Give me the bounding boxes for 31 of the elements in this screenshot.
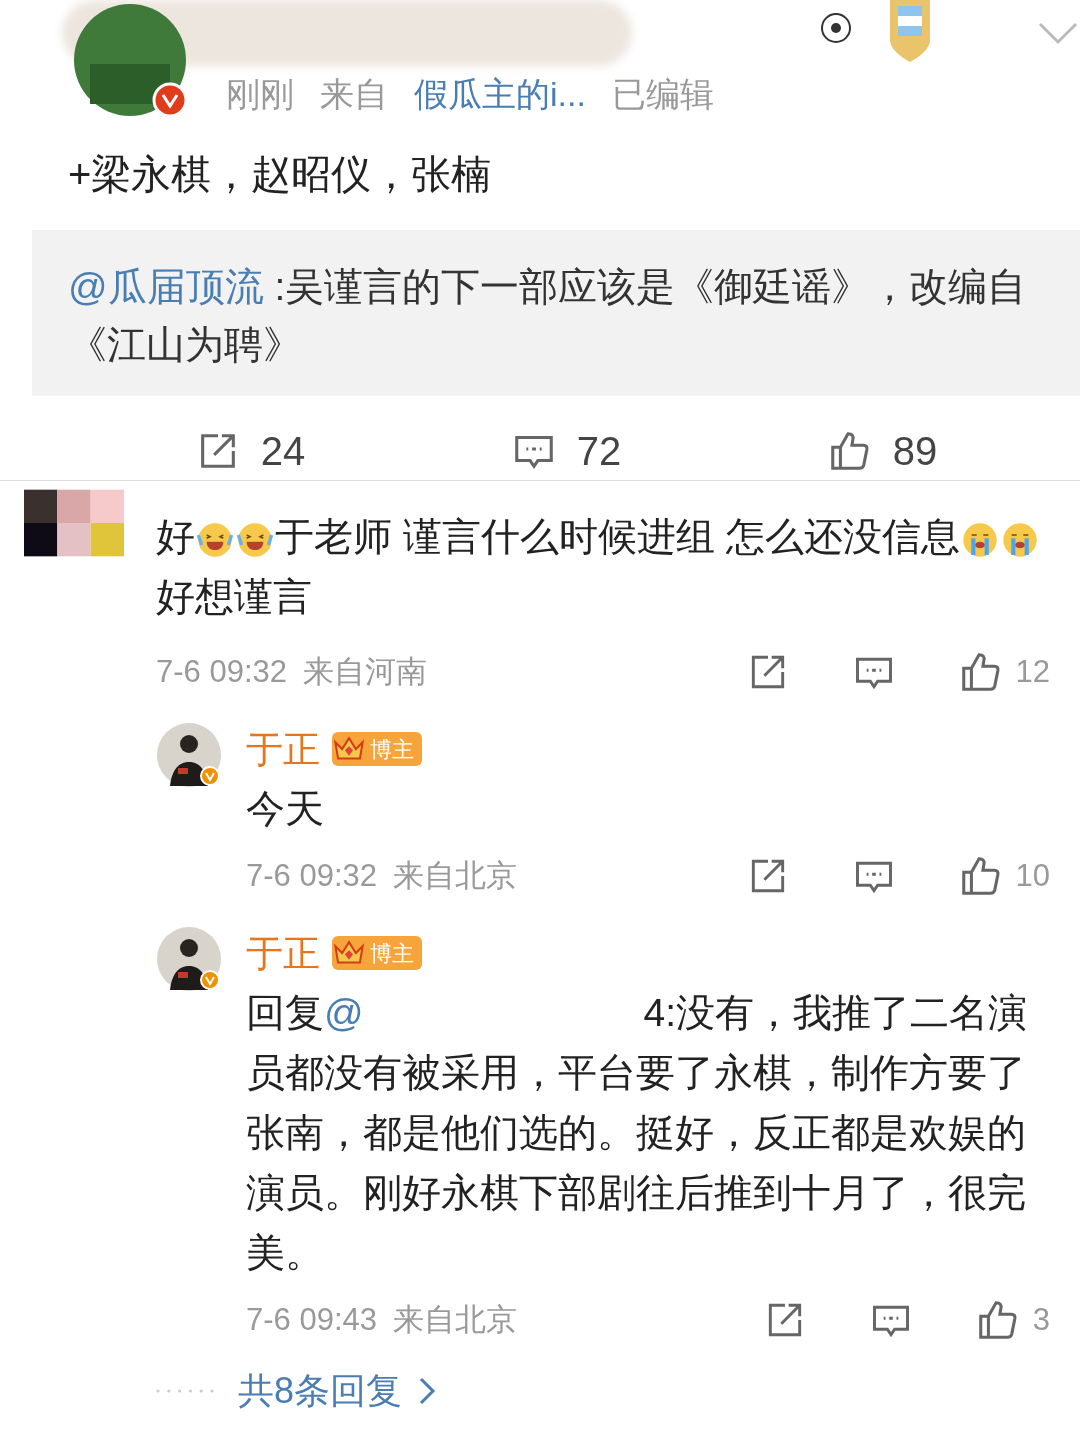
user-name[interactable]: 于正 [246, 721, 320, 777]
more-replies-link[interactable]: 共8条回复 [238, 1363, 403, 1418]
quoted-text: @瓜届顶流 :吴谨言的下一部应该是《御廷谣》，改编自《江山为聘》 [68, 264, 1028, 368]
action-count: 24 [260, 428, 306, 475]
quoted-post[interactable]: @瓜届顶流 :吴谨言的下一部应该是《御廷谣》，改编自《江山为聘》 [32, 230, 1080, 396]
comment-location: 来自北京 [393, 857, 517, 895]
action-count: 72 [576, 428, 622, 475]
post-meta: 已编辑 [611, 74, 714, 115]
comment-time: 7-6 09:43 [246, 1301, 377, 1339]
dotted-line [156, 1388, 214, 1393]
comment-text: 好 于老师 谨言什么时候进组 怎么还没信息 好想谨言 [156, 507, 1050, 627]
like-count: 12 [1015, 653, 1050, 691]
action-count: 89 [892, 428, 938, 475]
blogger-badge: 博主 [332, 936, 422, 971]
reply-text: 回复@ 4:没有，我推了二名演员都没有被采用，平台要了永棋，制作方要了张南，都是他们选的。挺好，反正都是欢娱的演员。刚好永棋下部剧往后推到十月了，很完美。 [246, 990, 1029, 1276]
user-name[interactable]: 于正 [246, 925, 320, 981]
like-count: 3 [1032, 1301, 1050, 1339]
comment-location: 来自北京 [393, 1301, 517, 1339]
avatar[interactable] [156, 721, 222, 788]
avatar[interactable] [156, 925, 222, 992]
post-text: +梁永棋，赵昭仪，张楠 [67, 151, 493, 198]
comment-time: 7-6 09:32 [156, 653, 287, 691]
post-meta: 来自 [320, 74, 388, 115]
source-link[interactable]: 假瓜主的i... [414, 69, 586, 120]
comment-location: 来自河南 [303, 653, 427, 691]
post-meta: 刚刚 [226, 74, 294, 115]
blogger-badge: 博主 [332, 732, 422, 767]
reply-text: 今天 [246, 786, 325, 832]
comment-time: 7-6 09:32 [246, 857, 377, 895]
mention-link[interactable]: @瓜届顶流 [68, 265, 264, 308]
like-count: 10 [1015, 857, 1050, 895]
